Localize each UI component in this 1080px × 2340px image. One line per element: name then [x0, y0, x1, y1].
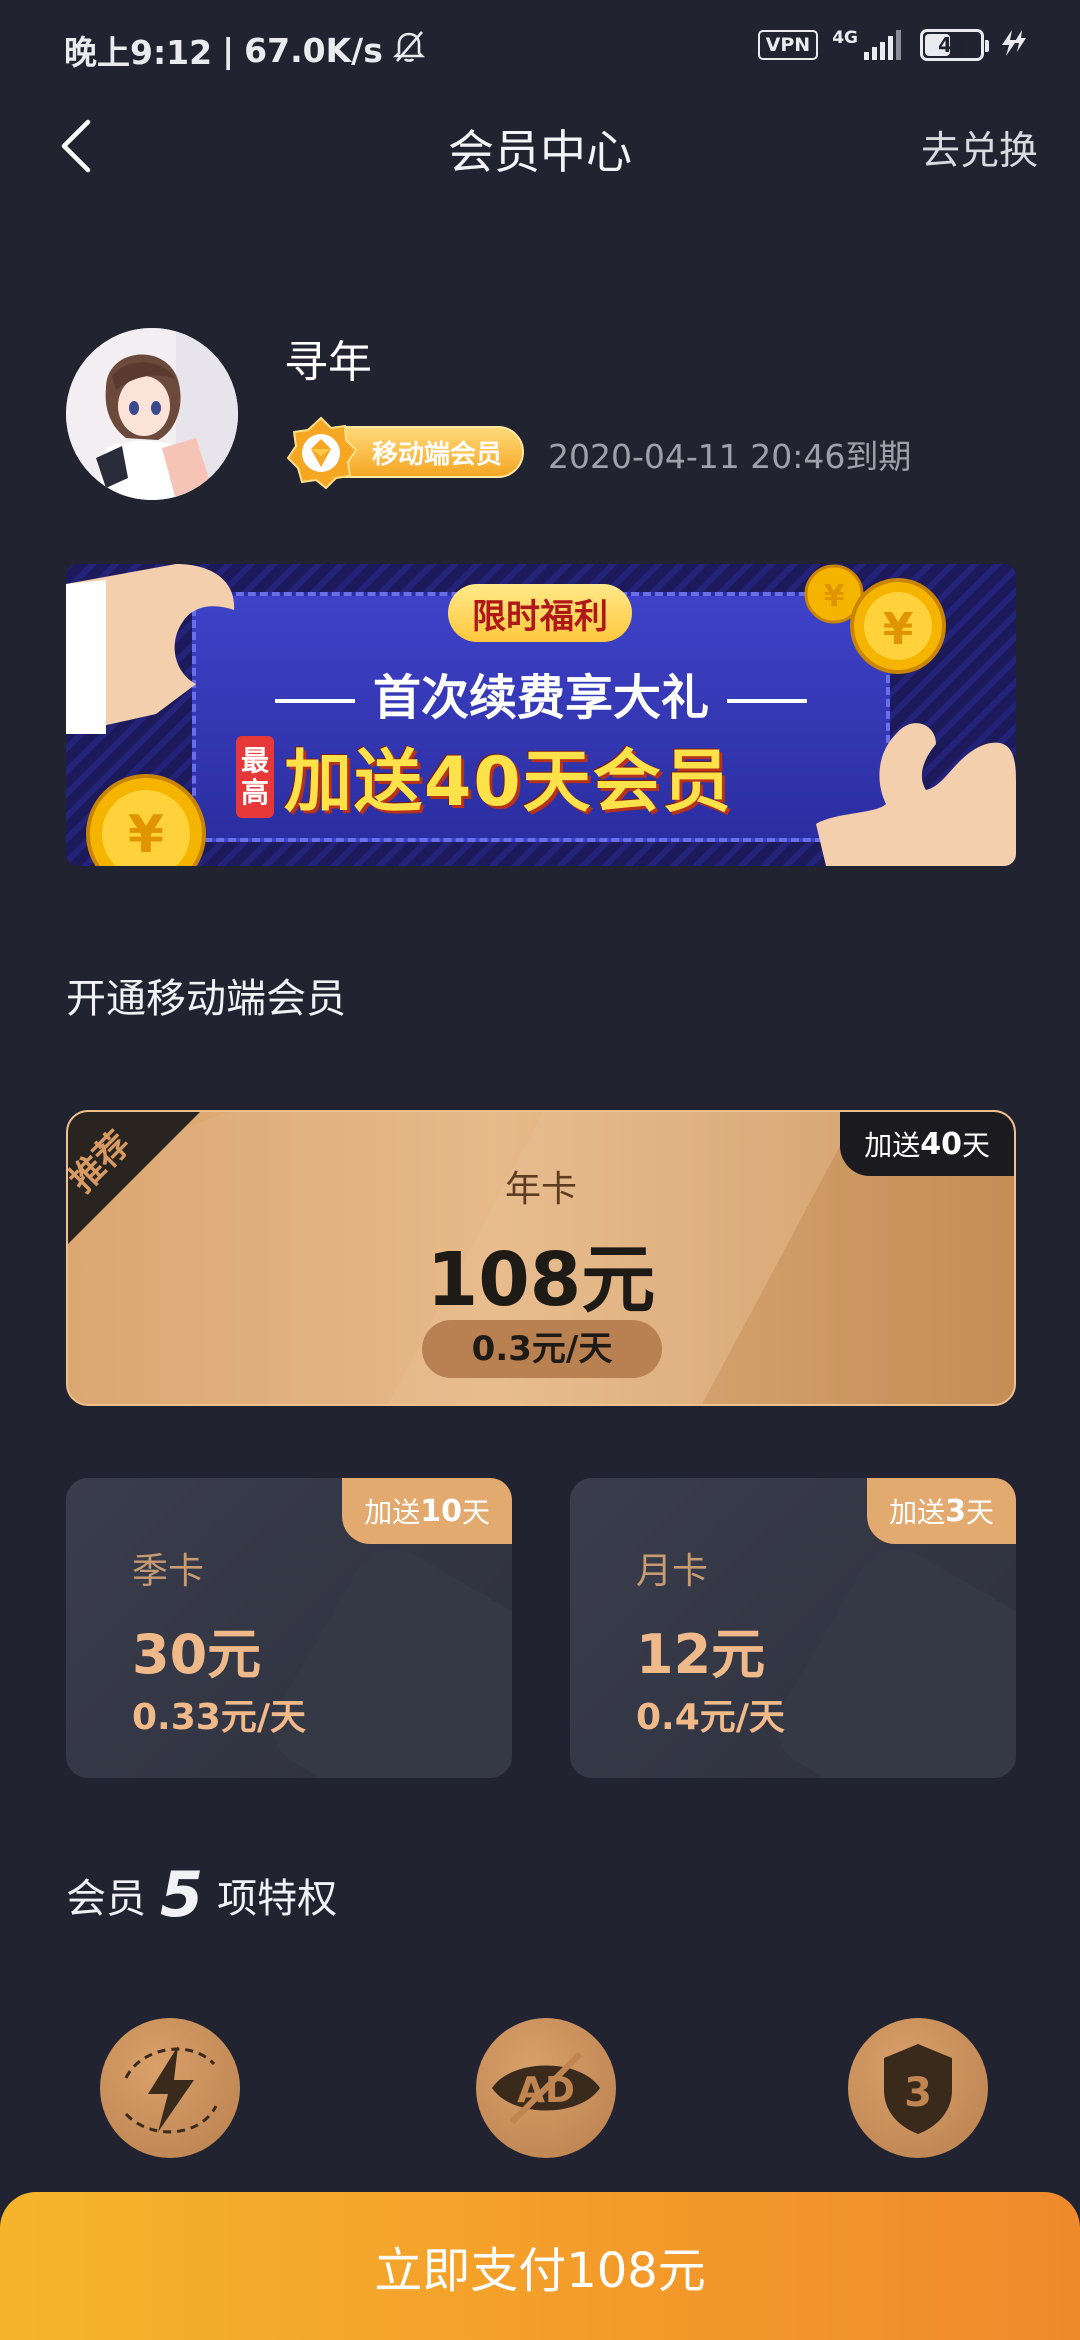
member-badge: 移动端会员 [284, 416, 525, 490]
plan-daily-price: 0.33元/天 [132, 1697, 306, 1738]
coin-icon: ¥ [86, 774, 206, 866]
plan-name: 月卡 [636, 1551, 709, 1592]
banner-max-label: 最 高 [236, 736, 274, 818]
banner-headline: 首次续费享大礼 [66, 658, 1016, 728]
header: 会员中心 去兑换 [0, 96, 1080, 196]
network-label: 4G [832, 28, 858, 48]
banner-max-top: 最 [240, 744, 269, 777]
battery-icon: 46 [920, 29, 989, 61]
banner-max-bottom: 高 [240, 776, 269, 809]
plan-price: 30元 [132, 1623, 262, 1686]
page-title: 会员中心 [448, 125, 632, 179]
pay-button-label: 立即支付108元 [374, 2243, 706, 2299]
bonus-suffix: 天 [965, 1496, 994, 1529]
pay-button[interactable]: 立即支付108元 [0, 2192, 1080, 2340]
section-title: 开通移动端会员 [66, 976, 346, 1022]
svg-text:¥: ¥ [883, 604, 914, 655]
status-time: 晚上9:12 [64, 33, 213, 72]
card-decoration [762, 1534, 1016, 1778]
shield-number: 3 [904, 2070, 932, 2116]
card-decoration [258, 1534, 512, 1778]
lightning-icon[interactable] [100, 2018, 240, 2158]
status-right: VPN 4G 46 [757, 28, 1028, 62]
plan-daily-price: 0.3元/天 [422, 1320, 662, 1378]
expiry-date: 2020-04-11 20:46到期 [548, 437, 912, 476]
bonus-prefix: 加送 [364, 1496, 421, 1529]
username: 寻年 [284, 337, 372, 388]
svg-text:¥: ¥ [128, 805, 164, 865]
svg-text:¥: ¥ [824, 579, 845, 614]
no-ad-icon[interactable]: AD [476, 2018, 616, 2158]
plan-card-year[interactable]: 推荐 加送 40 天 年卡 108元 0.3元/天 [66, 1110, 1016, 1406]
bonus-suffix: 天 [961, 1129, 990, 1162]
plan-card-season[interactable]: 加送 10 天 季卡 30元 0.33元/天 [66, 1478, 512, 1778]
promo-banner[interactable]: ¥ ¥ ¥ 限时福利 首次续费享大礼 最 高 加送40天会员 [66, 564, 1016, 866]
shield-3-icon[interactable]: 3 [848, 2018, 988, 2158]
plan-card-month[interactable]: 加送 3 天 月卡 12元 0.4元/天 [570, 1478, 1016, 1778]
privileges-prefix: 会员 [66, 1876, 146, 1922]
bonus-tag-month: 加送 3 天 [867, 1478, 1016, 1544]
banner-offer: 加送40天会员 [284, 743, 733, 822]
plan-price: 12元 [636, 1623, 766, 1686]
signal-icon: 4G [832, 30, 906, 60]
plan-price: 108元 [426, 1237, 656, 1323]
privileges-suffix: 项特权 [217, 1876, 338, 1922]
bonus-suffix: 天 [461, 1496, 490, 1529]
redeem-link[interactable]: 去兑换 [921, 120, 1038, 176]
banner-dash-right [727, 699, 807, 703]
charging-icon [998, 28, 1028, 62]
battery-text: 46 [938, 33, 966, 57]
banner-dash-left [274, 699, 355, 703]
bonus-days: 3 [945, 1493, 966, 1529]
plan-daily-price: 0.4元/天 [636, 1697, 785, 1738]
bonus-days: 10 [420, 1493, 462, 1529]
status-net-speed: 67.0K/s [244, 30, 383, 70]
privileges-count: 5 [160, 1858, 204, 1931]
status-bar: 晚上9:12 | 67.0K/s VPN 4G 46 [0, 0, 1080, 96]
avatar[interactable] [66, 328, 238, 500]
vpn-badge: VPN [757, 30, 819, 60]
privileges-title: 会员 5 项特权 [66, 1858, 338, 1931]
plan-name: 季卡 [132, 1551, 205, 1592]
bonus-tag-season: 加送 10 天 [342, 1478, 512, 1544]
plan-name: 年卡 [504, 1169, 577, 1210]
bonus-prefix: 加送 [889, 1496, 946, 1529]
status-divider: | [222, 30, 235, 70]
banner-tag: 限时福利 [448, 584, 632, 642]
status-left: 晚上9:12 | 67.0K/s [64, 26, 425, 74]
bonus-prefix: 加送 [864, 1129, 921, 1162]
mute-bell-icon [392, 29, 425, 71]
banner-headline-text: 首次续费享大礼 [372, 670, 709, 726]
vip-emblem-icon [286, 416, 358, 490]
bonus-days: 40 [920, 1126, 962, 1162]
